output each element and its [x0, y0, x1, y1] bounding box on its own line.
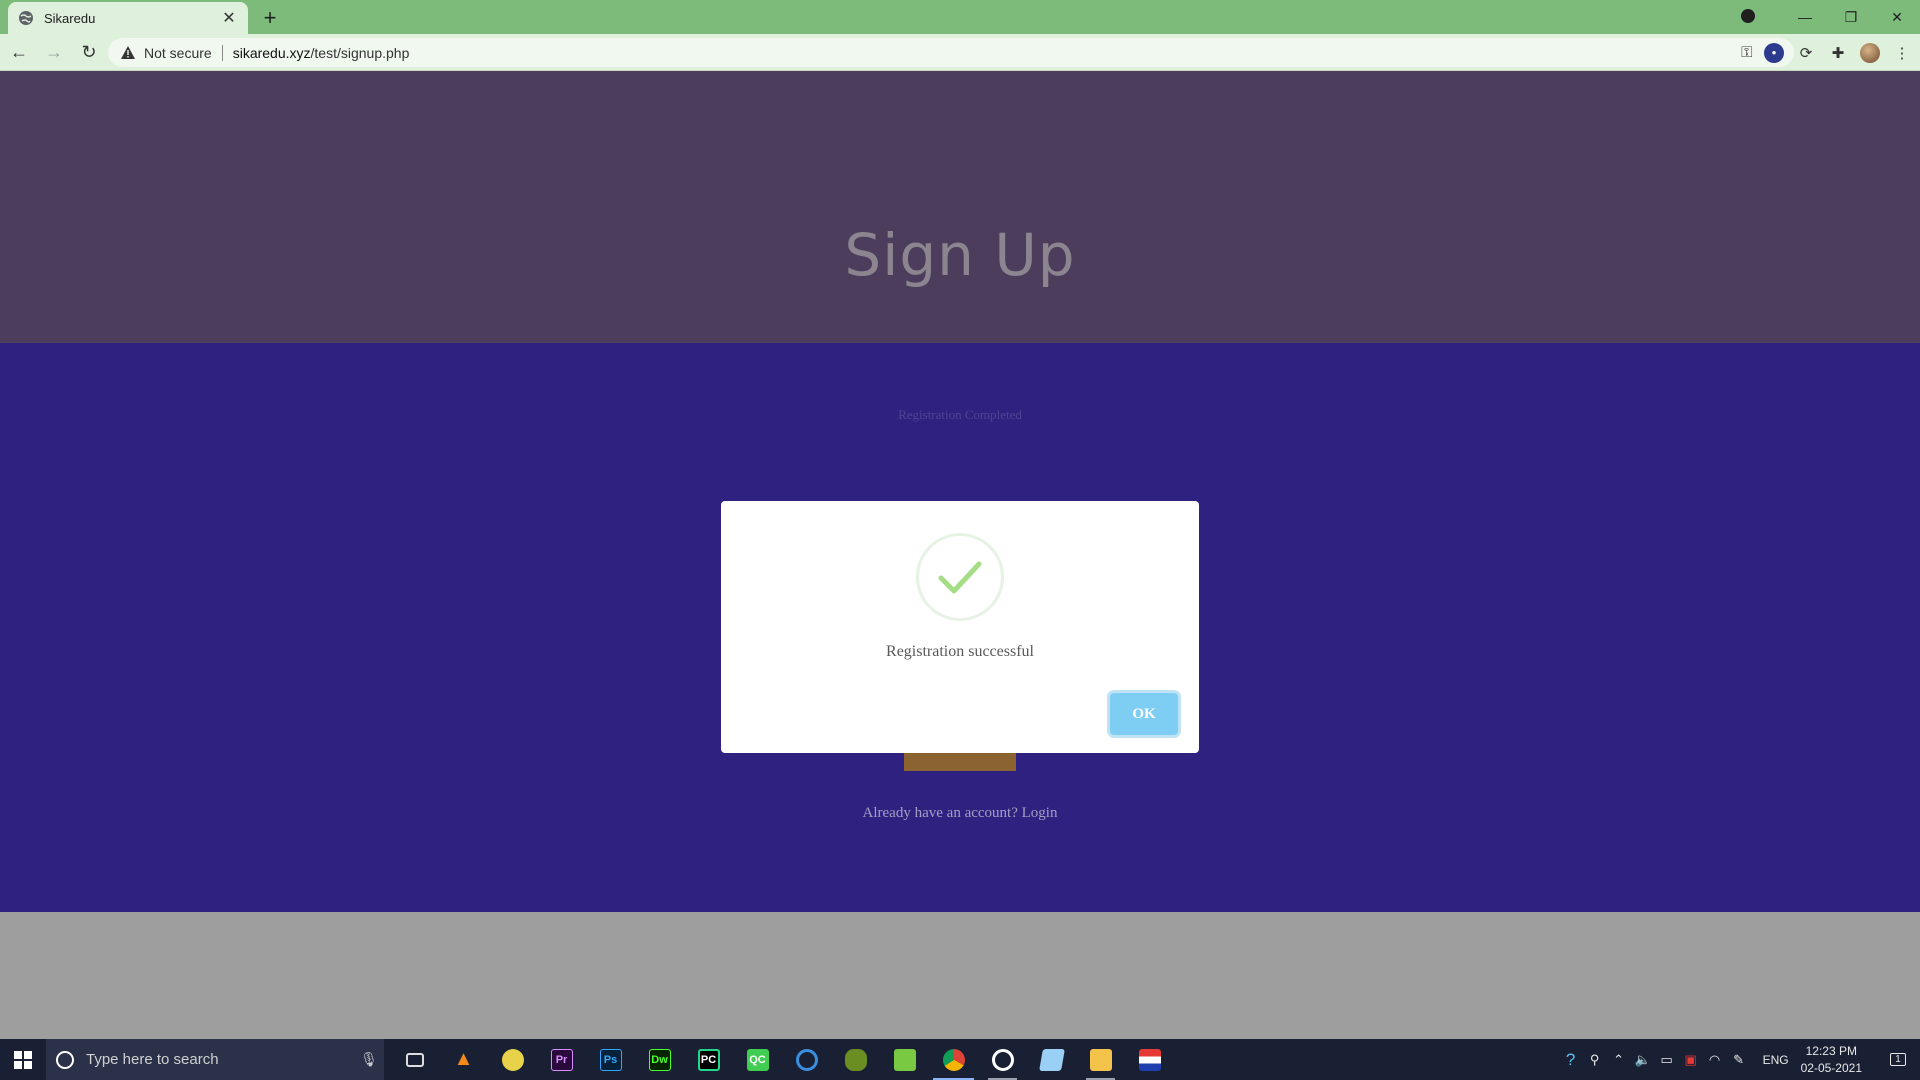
extension-blue-icon[interactable]: ●: [1764, 42, 1784, 63]
login-prompt: Already have an account? Login: [0, 805, 1920, 822]
windows-taskbar: Type here to search 🎙 ▲ Pr Ps Dw PC QC ?…: [0, 1039, 1920, 1080]
success-check-icon: [916, 533, 1004, 621]
system-clock[interactable]: 12:23 PM 02-05-2021: [1801, 1043, 1862, 1077]
tab-title: Sikaredu: [44, 10, 96, 26]
vlc-icon[interactable]: ▲: [439, 1039, 488, 1080]
windows-start-icon[interactable]: [0, 1039, 46, 1080]
file-explorer-icon[interactable]: [1076, 1039, 1125, 1080]
wifi-icon[interactable]: ◠: [1703, 1052, 1727, 1068]
dreamweaver-label: Dw: [648, 1048, 671, 1071]
address-bar[interactable]: Not secure sikaredu.xyz/test/signup.php …: [108, 38, 1794, 67]
qt-creator-icon[interactable]: QC: [733, 1039, 782, 1080]
profile-avatar[interactable]: [1860, 42, 1880, 63]
task-view-icon[interactable]: [390, 1039, 439, 1080]
minimize-icon[interactable]: —: [1782, 9, 1828, 25]
key-icon[interactable]: ⚿: [1741, 44, 1752, 61]
security-shield-icon[interactable]: ▣: [1679, 1052, 1703, 1068]
app-flag-icon[interactable]: [1125, 1039, 1174, 1080]
volume-icon[interactable]: 🔈: [1631, 1052, 1655, 1068]
address-separator: [221, 44, 223, 61]
kebab-menu-icon[interactable]: ⋮: [1892, 43, 1912, 63]
pycharm-label: PC: [697, 1048, 720, 1071]
url-path: /test/signup.php: [310, 44, 410, 61]
app-target-icon[interactable]: [978, 1039, 1027, 1080]
battery-icon[interactable]: ▭: [1655, 1052, 1679, 1068]
url-host: sikaredu.xyz: [232, 44, 311, 61]
dialog-message: Registration successful: [886, 643, 1034, 660]
premiere-pro-label: Pr: [550, 1048, 573, 1071]
browser-tabstrip: Sikaredu ✕ + — ❐ ✕: [0, 0, 1920, 34]
chrome-icon[interactable]: [929, 1039, 978, 1080]
photoshop-icon[interactable]: Ps: [586, 1039, 635, 1080]
login-link[interactable]: Login: [1022, 805, 1058, 821]
taskbar-search[interactable]: Type here to search 🎙: [46, 1039, 384, 1080]
search-placeholder: Type here to search: [86, 1051, 219, 1068]
language-indicator[interactable]: ENG: [1763, 1053, 1789, 1067]
notepad-icon[interactable]: [880, 1039, 929, 1080]
puzzle-extensions-icon[interactable]: ✚: [1828, 43, 1848, 63]
extension-icons: ● ⟳ ✚ ⋮: [1764, 38, 1912, 67]
notification-center-icon[interactable]: 1: [1876, 1039, 1920, 1080]
success-dialog: Registration successful OK: [721, 501, 1199, 753]
globe-icon: [19, 11, 33, 25]
pen-icon[interactable]: ✎: [1727, 1052, 1751, 1068]
ok-button[interactable]: OK: [1110, 693, 1178, 735]
profile-menu-icon[interactable]: [1736, 8, 1782, 26]
security-label[interactable]: Not secure: [144, 45, 212, 61]
page-footer-area: [0, 912, 1920, 1039]
premiere-pro-icon[interactable]: Pr: [537, 1039, 586, 1080]
reload-icon[interactable]: ↻: [73, 36, 105, 68]
sync-icon[interactable]: ⟳: [1796, 43, 1816, 63]
login-prompt-text: Already have an account?: [862, 805, 1018, 821]
window-controls: — ❐ ✕: [1736, 0, 1920, 34]
pycharm-icon[interactable]: PC: [684, 1039, 733, 1080]
app-ring-icon[interactable]: [782, 1039, 831, 1080]
restore-icon[interactable]: ❐: [1828, 9, 1874, 26]
status-message: Registration Completed: [898, 407, 1022, 422]
microphone-icon[interactable]: 🎙: [354, 1051, 384, 1068]
clock-date: 02-05-2021: [1800, 1060, 1862, 1075]
app-pen-icon[interactable]: [1027, 1039, 1076, 1080]
forward-icon[interactable]: →: [38, 36, 70, 68]
system-tray: ? ⚲ ⌃ 🔈 ▭ ▣ ◠ ✎ ENG 12:23 PM 02-05-2021 …: [1559, 1039, 1920, 1080]
qt-creator-label: QC: [746, 1048, 769, 1071]
photoshop-label: Ps: [599, 1048, 622, 1071]
close-window-icon[interactable]: ✕: [1874, 9, 1920, 26]
app-fruit-icon[interactable]: [831, 1039, 880, 1080]
dreamweaver-icon[interactable]: Dw: [635, 1039, 684, 1080]
chevron-up-icon[interactable]: ⌃: [1607, 1052, 1631, 1068]
app-yellow-icon[interactable]: [488, 1039, 537, 1080]
people-icon[interactable]: ⚲: [1583, 1052, 1607, 1068]
browser-tab[interactable]: Sikaredu ✕: [8, 2, 248, 34]
tab-close-icon[interactable]: ✕: [220, 8, 238, 28]
new-tab-icon[interactable]: +: [258, 5, 282, 31]
hero-banner: Sign Up: [0, 71, 1920, 343]
taskbar-apps: ▲ Pr Ps Dw PC QC: [390, 1039, 1174, 1080]
clock-time: 12:23 PM: [1805, 1043, 1857, 1058]
notification-count: 1: [1890, 1053, 1906, 1066]
browser-toolbar: ← → ↻ Not secure sikaredu.xyz/test/signu…: [0, 34, 1920, 71]
url-text[interactable]: sikaredu.xyz/test/signup.php: [233, 45, 410, 61]
page-title: Sign Up: [844, 221, 1076, 289]
help-icon[interactable]: ?: [1559, 1050, 1583, 1070]
web-page: Sign Up Registration Completed Sign Up A…: [0, 71, 1920, 1039]
cortana-icon: [56, 1050, 74, 1069]
back-icon[interactable]: ←: [3, 36, 35, 68]
warning-icon: [121, 45, 135, 59]
